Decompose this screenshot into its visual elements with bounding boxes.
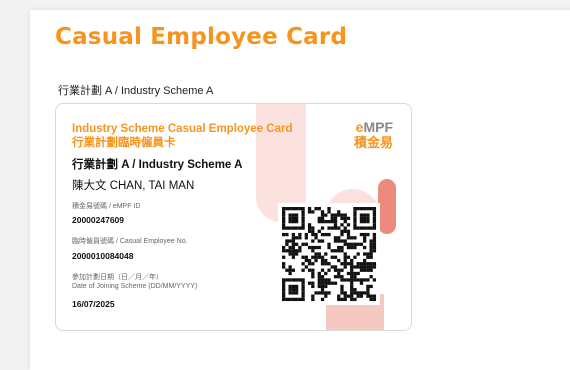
empf-id-value: 20000247609: [72, 215, 125, 225]
scheme-label: 行業計劃 A / Industry Scheme A: [58, 85, 214, 97]
card-scheme: 行業計劃 A / Industry Scheme A: [72, 159, 243, 171]
decorative-slash: [378, 179, 396, 234]
join-date-label-en: Date of Joining Scheme (DD/MM/YYYY): [72, 283, 198, 290]
qr-code-graphic: [282, 207, 377, 302]
page-title: Casual Employee Card: [55, 24, 348, 50]
card-heading: Industry Scheme Casual Employee Card 行業計…: [72, 122, 293, 150]
casual-employee-no-value: 2000010084048: [72, 251, 134, 261]
card-holder-name: 陳大文 CHAN, TAI MAN: [72, 180, 195, 192]
logo-mpf: MPF: [363, 119, 393, 135]
empf-logo: eMPF 積金易: [353, 119, 393, 151]
casual-employee-card: Industry Scheme Casual Employee Card 行業計…: [55, 103, 412, 331]
card-heading-en: Industry Scheme Casual Employee Card: [72, 123, 293, 135]
logo-chinese: 積金易: [353, 135, 393, 150]
qr-code-icon: [278, 203, 380, 305]
page-panel: Casual Employee Card 行業計劃 A / Industry S…: [30, 10, 570, 370]
join-date-label-zh: 參加計劃日期（日／月／年）: [72, 274, 163, 281]
empf-id-label: 積金易號碼 / eMPF ID: [72, 203, 141, 210]
casual-employee-no-label: 臨時僱員號碼 / Casual Employee No.: [72, 238, 188, 245]
card-heading-zh: 行業計劃臨時僱員卡: [72, 137, 176, 149]
join-date-value: 16/07/2025: [72, 299, 115, 309]
